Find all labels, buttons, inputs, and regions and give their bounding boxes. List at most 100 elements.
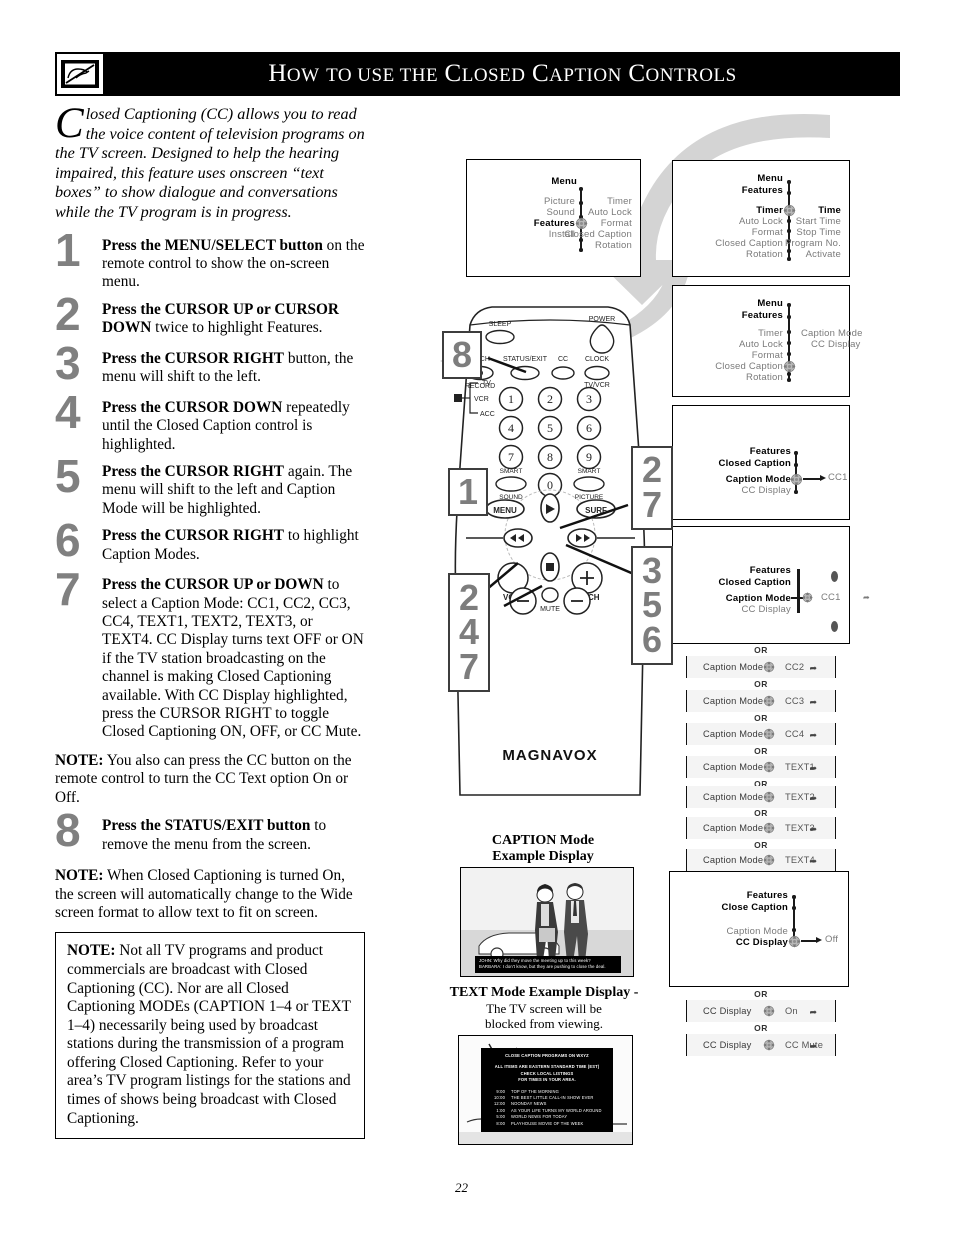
ms2-heading-menu: Menu — [757, 173, 783, 184]
callout-3-5-6-number-1: 5 — [641, 584, 663, 626]
note-box: NOTE: Not all TV programs and product co… — [55, 932, 365, 1140]
or-row-text4[interactable]: Caption Mode TEXT4 ➦ — [686, 849, 836, 871]
caption-example-tv-screen: JOHN: Why did they move the meeting up t… — [460, 867, 634, 977]
text-screen-sub-0: ALL ITEMS ARE EASTERN STANDARD TIME (EST… — [494, 1064, 600, 1070]
text-screen-row: 8:00 PLAYHOUSE MOVIE OF THE WEEK — [485, 1121, 609, 1127]
ms6-dot-2 — [792, 928, 796, 932]
ms4-left-captionmode: Caption Mode — [725, 474, 791, 485]
step-5-text: Press the CURSOR RIGHT again. The menu w… — [102, 463, 365, 518]
or-row-cc2[interactable]: Caption Mode CC2 ➦ — [686, 656, 836, 678]
text-mode-tv-screen: CLOSE CAPTION PROGRAMS ON WXYZ ALL ITEMS… — [458, 1035, 633, 1145]
or-row-text3-label: Caption Mode — [703, 823, 764, 833]
step-1-bold: Press the MENU/SELECT button — [102, 236, 323, 254]
step-6: 6 Press the CURSOR RIGHT to highlight Ca… — [55, 517, 365, 567]
or-label-8: OR — [754, 1023, 768, 1033]
ms1-right-closedcaption: Closed Caption — [564, 229, 632, 240]
step-7-rest: to select a Caption Mode: CC1, CC2, CC3,… — [102, 576, 364, 741]
or-row-text3[interactable]: Caption Mode TEXT3 ➦ — [686, 817, 836, 839]
cursor-4way-icon — [763, 1005, 775, 1017]
svg-text:POWER: POWER — [589, 316, 615, 323]
step-3: 3 Press the CURSOR RIGHT button, the men… — [55, 340, 365, 390]
ms5-right-arrow-icon: ➦ — [863, 593, 870, 602]
or-row-text1-label: Caption Mode — [703, 762, 764, 772]
ms3-left-rotation: Rotation — [746, 372, 783, 383]
or-row-ccdisplay-on-value: On — [785, 1006, 798, 1016]
or-row-text2[interactable]: Caption Mode TEXT2 ➦ — [686, 786, 836, 808]
or-row-ccdisplay-ccmute-label: CC Display — [703, 1040, 752, 1050]
header-title-bar: HOW TO USE THE CLOSED CAPTION CONTROLS — [105, 52, 900, 96]
cursor-4way-icon — [790, 473, 803, 486]
or-row-cc4-value: CC4 — [785, 729, 805, 739]
or-row-ccdisplay-on[interactable]: CC Display On ➦ — [686, 1000, 836, 1022]
menu-screen-caption-mode-cc1-selected: Features Closed Caption Caption Mode CC … — [672, 526, 870, 644]
note-box-label: NOTE: — [67, 942, 116, 960]
ms2-right-time: Time — [818, 205, 841, 216]
intro-text: losed Captioning (CC) allows you to read… — [55, 105, 365, 221]
step-5: 5 Press the CURSOR RIGHT again. The menu… — [55, 453, 365, 518]
or-row-cc4-label: Caption Mode — [703, 729, 764, 739]
note-wide-screen-label: NOTE: — [55, 867, 104, 885]
ms4-dot-0 — [794, 451, 798, 455]
menu-screen-features-closed-caption: Menu Features Timer Auto Lock Format Clo… — [672, 285, 862, 397]
callout-2-7-number-1: 7 — [641, 484, 663, 525]
right-arrow-icon: ➦ — [809, 663, 817, 673]
ms3-dot-3 — [787, 341, 791, 345]
svg-text:SMART: SMART — [500, 468, 523, 475]
or-row-cc3[interactable]: Caption Mode CC3 ➦ — [686, 690, 836, 712]
note-wide-screen: NOTE: When Closed Captioning is turned O… — [55, 867, 365, 922]
or-row-ccdisplay-ccmute[interactable]: CC Display CC Mute ➦ — [686, 1034, 836, 1056]
ms3-right-captionmode: Caption Mode — [801, 328, 863, 339]
caption-text-box: JOHN: Why did they move the meeting up t… — [475, 956, 621, 973]
callout-3-5-6-number-2: 6 — [641, 618, 663, 660]
ms4-arrow-line — [803, 478, 821, 480]
callout-1: 1 — [448, 468, 488, 516]
right-arrow-icon: ➦ — [809, 763, 817, 773]
step-8: 8 Press the STATUS/EXIT button to remove… — [55, 807, 365, 857]
or-label-3: OR — [754, 746, 768, 756]
note-cc-button: NOTE: You also can press the CC button o… — [55, 752, 365, 807]
ms3-heading-menu: Menu — [757, 298, 783, 309]
caption-example-title-block: CAPTION Mode Example Display — [448, 833, 638, 865]
ms4-dot-1 — [794, 463, 798, 467]
or-row-cc4[interactable]: Caption Mode CC4 ➦ — [686, 723, 836, 745]
ms3-dot-6 — [787, 378, 791, 382]
svg-text:CC: CC — [558, 356, 568, 363]
or-label-7: OR — [754, 989, 768, 999]
ms3-dot-1 — [787, 315, 791, 319]
svg-text:8: 8 — [547, 450, 553, 464]
right-arrow-icon: ➦ — [809, 856, 817, 866]
ms3-dot-2 — [787, 330, 791, 334]
note-cc-button-label: NOTE: — [55, 751, 104, 769]
ms6-heading-closecaption: Close Caption — [721, 902, 788, 913]
note-box-text: Not all TV programs and product commerci… — [67, 942, 351, 1127]
callout-3-5-6: 3 5 6 — [631, 546, 673, 665]
page-title: HOW TO USE THE CLOSED CAPTION CONTROLS — [268, 60, 737, 87]
right-arrow-icon: ➦ — [809, 793, 817, 803]
ms1-heading: Menu — [551, 176, 577, 187]
step-5-bold: Press the CURSOR RIGHT — [102, 463, 285, 480]
callout-2-7: 2 7 — [631, 446, 673, 530]
ms5-value-cc1: CC1 — [821, 592, 841, 603]
step-4-text: Press the CURSOR DOWN repeatedly until t… — [102, 399, 365, 454]
ms6-dot-0 — [792, 895, 796, 899]
ms6-arrow-line — [801, 940, 817, 942]
or-row-ccdisplay-on-label: CC Display — [703, 1006, 752, 1016]
step-3-text: Press the CURSOR RIGHT button, the menu … — [102, 350, 365, 387]
text-mode-title: TEXT Mode Example Display - — [449, 985, 639, 1000]
menu-screen-cc-display-off: Features Close Caption Caption Mode CC D… — [669, 871, 849, 987]
svg-text:5: 5 — [547, 421, 553, 435]
ms1-right-format: Format — [600, 218, 632, 229]
ms5-downdot — [831, 621, 838, 632]
svg-text:MUTE: MUTE — [540, 606, 560, 613]
step-6-text: Press the CURSOR RIGHT to highlight Capt… — [102, 527, 365, 564]
svg-text:7: 7 — [508, 450, 514, 464]
ms3-left-closedcaption: Closed Caption — [715, 361, 783, 372]
or-row-cc2-label: Caption Mode — [703, 662, 764, 672]
svg-text:MAGNAVOX: MAGNAVOX — [502, 747, 597, 764]
svg-text:4: 4 — [508, 421, 514, 435]
ms1-dot-0 — [579, 187, 583, 191]
page-number: 22 — [455, 1180, 468, 1195]
callout-2-7-number-0: 2 — [641, 449, 663, 491]
or-row-text1[interactable]: Caption Mode TEXT1 ➦ — [686, 756, 836, 778]
callout-2-4-7-number-2: 7 — [458, 645, 480, 687]
